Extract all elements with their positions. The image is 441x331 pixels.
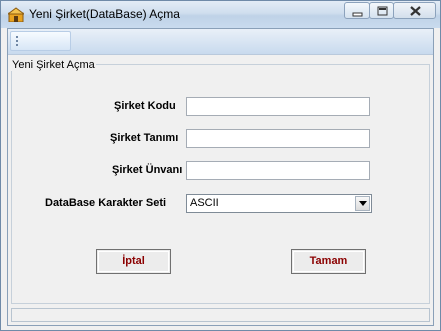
home-icon <box>6 7 26 23</box>
ok-button[interactable]: Tamam <box>291 249 366 274</box>
company-desc-input[interactable] <box>186 129 370 148</box>
minimize-icon <box>352 12 363 17</box>
close-button[interactable] <box>393 2 436 19</box>
company-desc-label: Şirket Tanımı <box>110 132 179 144</box>
client-area: Yeni Şirket Açma Şirket Kodu Şirket Tanı… <box>7 28 434 326</box>
maximize-button[interactable] <box>369 2 394 19</box>
chevron-down-icon <box>359 201 367 206</box>
close-icon <box>410 6 421 16</box>
charset-select[interactable]: ASCII <box>186 194 372 213</box>
charset-selected-value: ASCII <box>190 197 219 209</box>
toolstrip-button[interactable] <box>10 31 71 51</box>
charset-label: DataBase Karakter Seti <box>45 197 167 209</box>
dialog-window: Yeni Şirket(DataBase) Açma Yeni Şirket A… <box>0 0 441 331</box>
maximize-icon <box>377 6 388 16</box>
company-title-label: Şirket Ünvanı <box>112 164 183 176</box>
minimize-button[interactable] <box>344 2 370 19</box>
company-title-input[interactable] <box>186 161 370 180</box>
groupbox-legend: Yeni Şirket Açma <box>11 59 96 71</box>
cancel-button[interactable]: İptal <box>96 249 171 274</box>
window-title: Yeni Şirket(DataBase) Açma <box>29 7 180 21</box>
company-code-input[interactable] <box>186 97 370 116</box>
company-code-label: Şirket Kodu <box>114 100 176 112</box>
dropdown-button[interactable] <box>355 196 370 211</box>
title-bar[interactable]: Yeni Şirket(DataBase) Açma <box>1 1 440 28</box>
status-bar <box>11 308 430 322</box>
toolstrip <box>8 29 433 55</box>
grip-icon[interactable] <box>16 36 18 48</box>
